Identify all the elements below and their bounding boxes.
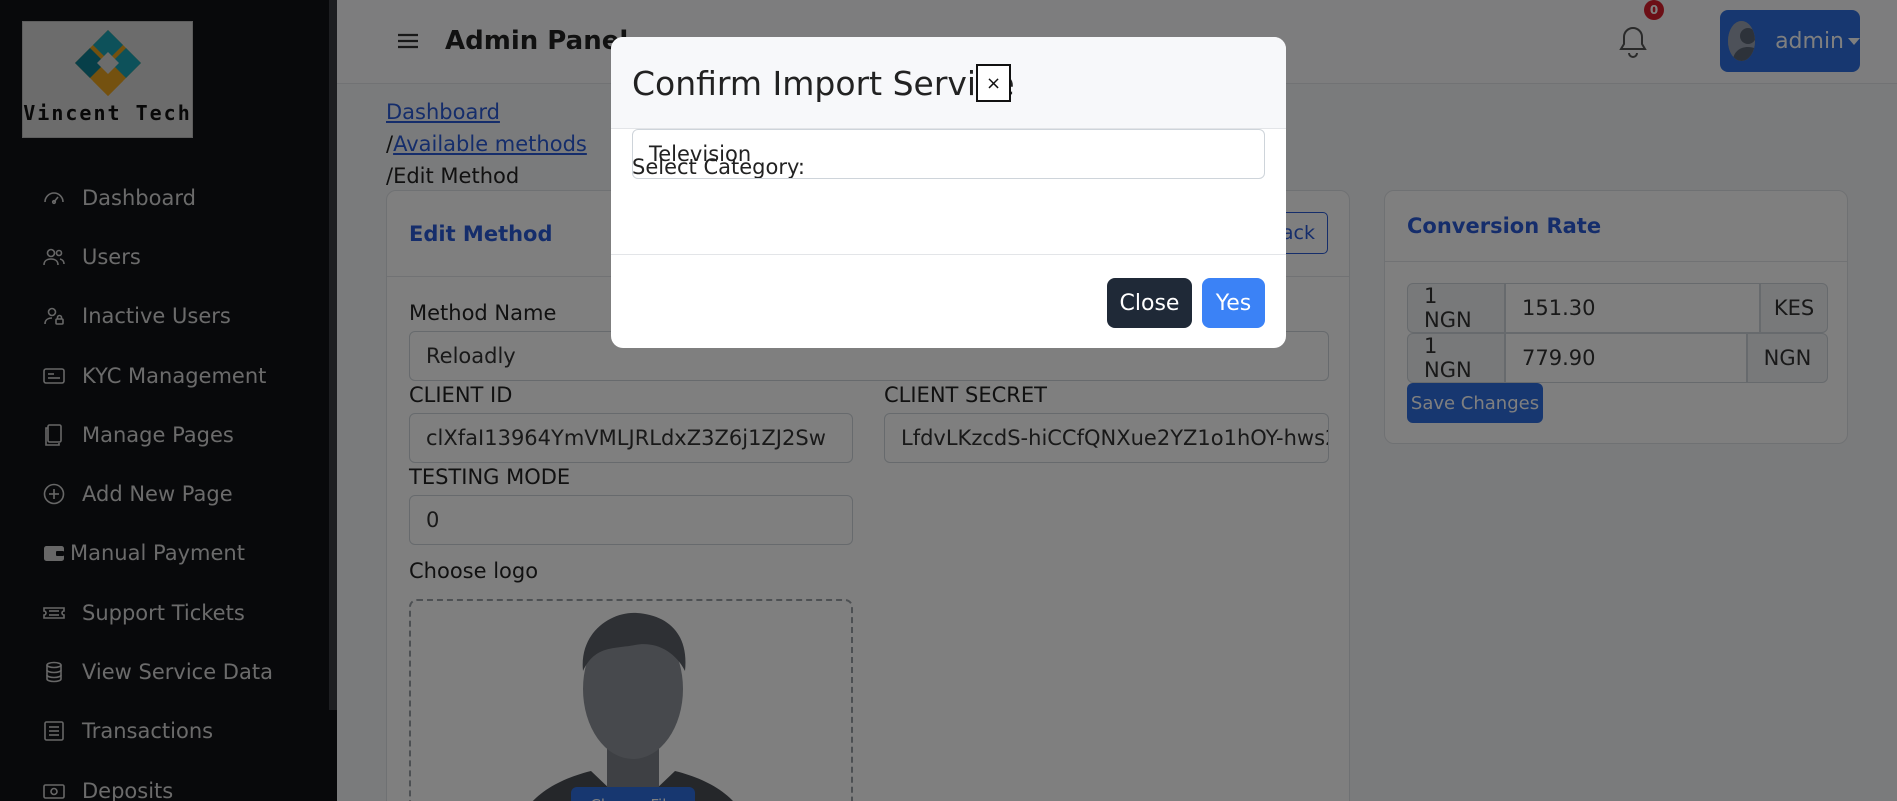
- close-icon[interactable]: ×: [976, 64, 1011, 102]
- close-button[interactable]: Close: [1107, 278, 1192, 328]
- yes-button[interactable]: Yes: [1202, 278, 1265, 328]
- modal-header: Confirm Import Service ×: [611, 37, 1286, 129]
- confirm-import-modal: Confirm Import Service × Select Category…: [611, 37, 1286, 348]
- category-select[interactable]: Television: [632, 129, 1265, 179]
- modal-title: Confirm Import Service: [632, 64, 1015, 103]
